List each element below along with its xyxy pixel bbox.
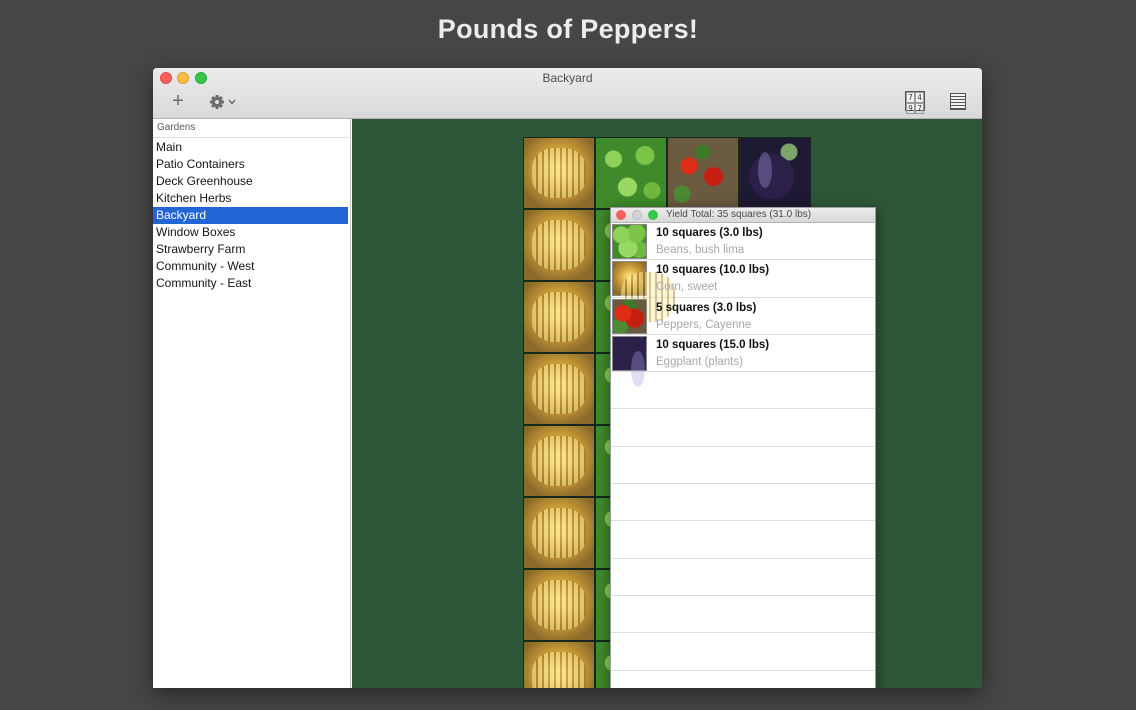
- sidebar-item[interactable]: Window Boxes: [153, 224, 350, 241]
- yield-empty-row: [611, 671, 875, 688]
- window-title: Backyard: [542, 71, 593, 85]
- garden-square-pepper[interactable]: [667, 137, 739, 209]
- grid-digit: 7: [906, 92, 915, 103]
- grid-digit: 9: [906, 103, 915, 114]
- crop-thumbnail: [612, 335, 647, 387]
- sidebar-item[interactable]: Kitchen Herbs: [153, 190, 350, 207]
- sidebar-header: Gardens: [153, 119, 350, 138]
- yield-empty-row: [611, 521, 875, 559]
- sidebar-item[interactable]: Patio Containers: [153, 156, 350, 173]
- yield-empty-row: [611, 372, 875, 410]
- yield-empty-row: [611, 484, 875, 522]
- yield-panel-title: Yield Total: 35 squares (31.0 lbs): [666, 209, 812, 220]
- grid-digit: 4: [915, 92, 924, 103]
- app-window: Backyard + 7 4 9 7 Gardens Main Patio Co…: [153, 68, 982, 688]
- yield-panel: Yield Total: 35 squares (31.0 lbs) 10 sq…: [610, 207, 876, 688]
- gear-icon: [210, 95, 236, 109]
- yield-quantity: 10 squares (10.0 lbs): [656, 264, 770, 277]
- settings-menu-button[interactable]: [209, 93, 237, 111]
- crop-thumbnail: [612, 261, 675, 323]
- yield-row[interactable]: 10 squares (10.0 lbs) Corn, sweet: [611, 260, 875, 323]
- yield-quantity: 5 squares (3.0 lbs): [656, 301, 757, 314]
- crop-name: Beans, bush lima: [656, 244, 745, 256]
- yield-empty-row: [611, 596, 875, 634]
- crop-name: Peppers, Cayenne: [656, 318, 752, 331]
- garden-square-corn[interactable]: [523, 281, 595, 353]
- garden-square-corn[interactable]: [523, 569, 595, 641]
- yield-panel-minimize-button[interactable]: [632, 210, 642, 220]
- yield-panel-close-button[interactable]: [616, 210, 626, 220]
- garden-square-corn[interactable]: [523, 497, 595, 569]
- chevron-down-icon: [228, 99, 236, 105]
- crop-thumbnail: [612, 224, 647, 259]
- sidebar-item[interactable]: Main: [153, 139, 350, 156]
- yield-list: 10 squares (3.0 lbs) Beans, bush lima 10 s…: [611, 223, 875, 688]
- sidebar-item[interactable]: Community - East: [153, 275, 350, 292]
- yield-panel-zoom-button[interactable]: [648, 210, 658, 220]
- yield-quantity: 10 squares (15.0 lbs): [656, 338, 770, 351]
- garden-canvas[interactable]: Yield Total: 35 squares (31.0 lbs) 10 sq…: [352, 119, 982, 688]
- crop-name: Eggplant (plants): [656, 355, 743, 368]
- sidebar-item[interactable]: Strawberry Farm: [153, 241, 350, 258]
- garden-square-corn[interactable]: [523, 137, 595, 209]
- sidebar-item[interactable]: Community - West: [153, 258, 350, 275]
- sidebar-item[interactable]: Backyard: [153, 207, 348, 224]
- gardens-list: Main Patio Containers Deck Greenhouse Kitch…: [153, 138, 350, 292]
- grid-digit: 7: [915, 103, 924, 114]
- sidebar-item[interactable]: Deck Greenhouse: [153, 173, 350, 190]
- garden-square-corn[interactable]: [523, 209, 595, 281]
- yield-empty-row: [611, 447, 875, 485]
- crop-thumbnail: [612, 298, 647, 334]
- plus-icon: +: [172, 90, 184, 112]
- yield-empty-row: [611, 559, 875, 596]
- yield-row[interactable]: 5 squares (3.0 lbs) Peppers, Cayenne: [611, 298, 875, 335]
- number-grid-view-button[interactable]: 7 4 9 7: [905, 91, 925, 114]
- garden-square-bean[interactable]: [595, 137, 667, 209]
- add-garden-button[interactable]: +: [166, 90, 190, 112]
- crop-name: Corn, sweet: [656, 281, 718, 294]
- garden-square-corn[interactable]: [523, 353, 595, 425]
- yield-row[interactable]: 10 squares (3.0 lbs) Beans, bush lima: [611, 223, 875, 261]
- yield-panel-titlebar: Yield Total: 35 squares (31.0 lbs): [611, 208, 875, 223]
- garden-square-corn[interactable]: [523, 641, 595, 688]
- list-view-button[interactable]: [950, 93, 966, 110]
- page-headline: Pounds of Peppers!: [437, 14, 699, 44]
- window-titlebar: Backyard + 7 4 9 7: [153, 68, 982, 119]
- garden-square-corn[interactable]: [523, 425, 595, 497]
- gardens-sidebar: Gardens Main Patio Containers Deck Greenho…: [153, 119, 351, 688]
- yield-empty-row: [611, 409, 875, 447]
- yield-empty-row: [611, 633, 875, 671]
- yield-quantity: 10 squares (3.0 lbs): [656, 227, 763, 239]
- garden-square-eggplant[interactable]: [739, 137, 811, 209]
- yield-row[interactable]: 10 squares (15.0 lbs) Eggplant (plants): [611, 335, 875, 387]
